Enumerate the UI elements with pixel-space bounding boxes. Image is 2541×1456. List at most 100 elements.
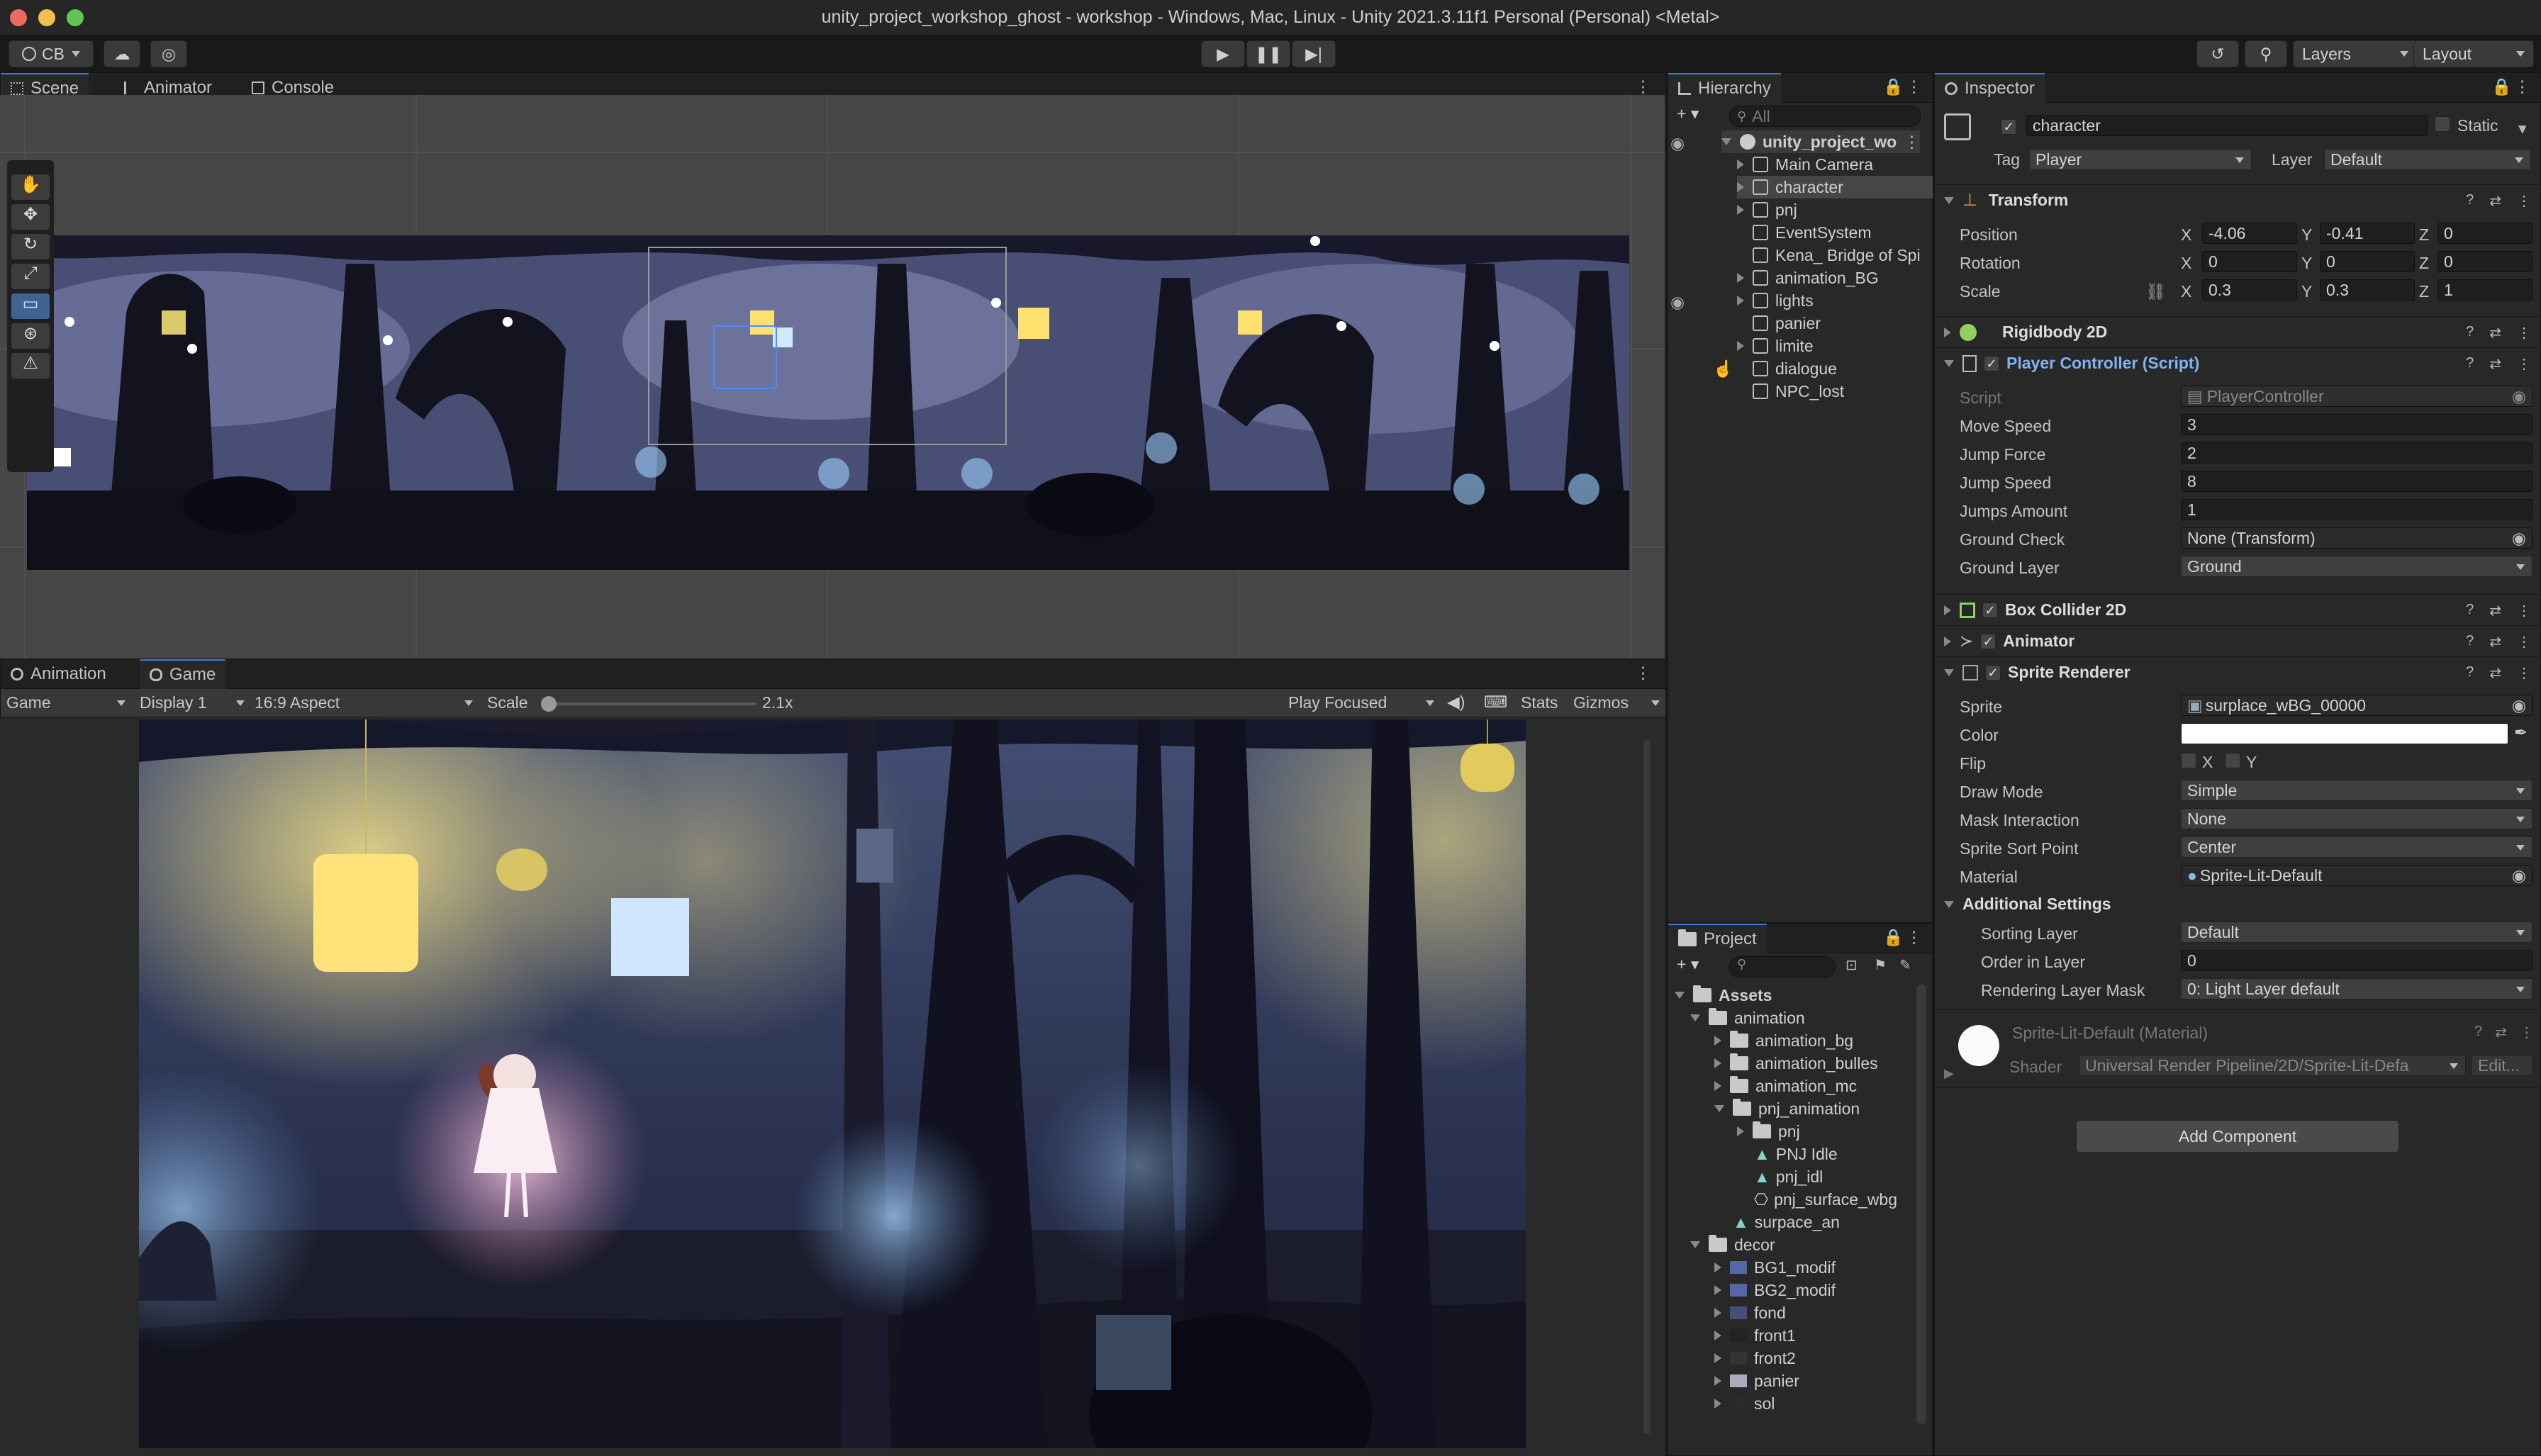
aspect-dropdown[interactable]: 16:9 Aspect	[255, 693, 473, 712]
order-in-layer-field[interactable]: 0	[2181, 950, 2532, 971]
custom-tool-icon[interactable]: ⚠	[11, 353, 50, 379]
scale-z-field[interactable]: 1	[2437, 279, 2532, 301]
position-x-field[interactable]: -4.06	[2202, 223, 2297, 244]
project-search[interactable]: ⚲	[1729, 956, 1836, 978]
position-y-field[interactable]: -0.41	[2320, 223, 2415, 244]
eyedropper-icon[interactable]: ✒	[2514, 723, 2528, 742]
scene-menu-icon[interactable]: ⋮	[1904, 133, 1920, 152]
tab-animation[interactable]: Animation	[1, 659, 116, 689]
rendering-layer-mask-dropdown[interactable]: 0: Light Layer default	[2181, 978, 2532, 999]
hierarchy-item[interactable]: dialogue	[1753, 357, 1837, 380]
more-options-icon[interactable]: ⋮	[1906, 928, 1922, 947]
play-button[interactable]: ▶	[1201, 40, 1245, 67]
shader-dropdown[interactable]: Universal Render Pipeline/2D/Sprite-Lit-…	[2079, 1055, 2466, 1076]
project-scrollbar[interactable]	[1916, 985, 1926, 1424]
project-item[interactable]: front2	[1714, 1347, 1796, 1370]
sprite-field[interactable]: ▣ surplace_wBG_00000 ◉	[2181, 695, 2532, 716]
constrain-proportions-icon[interactable]: ⛓	[2145, 282, 2166, 301]
display-dropdown[interactable]: Display 1	[140, 693, 245, 712]
layer-dropdown[interactable]: Default	[2324, 149, 2531, 170]
object-picker-icon[interactable]: ◉	[2512, 529, 2526, 548]
material-field[interactable]: ● Sprite-Lit-Default ◉	[2181, 865, 2532, 886]
more-options-icon[interactable]: ⋮	[1906, 77, 1922, 96]
scale-tool-icon[interactable]: ⤢	[11, 264, 50, 289]
lock-icon[interactable]: 🔒	[1883, 928, 1904, 947]
more-options-icon[interactable]: ⋮	[2514, 77, 2530, 96]
tab-game[interactable]: Game	[140, 659, 226, 689]
project-item[interactable]: Assets	[1675, 984, 1772, 1007]
presets-icon[interactable]: ⇄	[2489, 192, 2501, 210]
player-controller-enabled-checkbox[interactable]: ✓	[1984, 355, 1999, 371]
project-item[interactable]: animation_mc	[1714, 1075, 1857, 1097]
more-options-icon[interactable]: ⋮	[1635, 77, 1651, 96]
ground-layer-dropdown[interactable]: Ground	[2181, 556, 2532, 577]
sprite-renderer-enabled-checkbox[interactable]: ✓	[1985, 664, 2001, 681]
help-icon[interactable]: ?	[2466, 633, 2474, 651]
project-item[interactable]: panier	[1714, 1370, 1799, 1392]
hierarchy-item[interactable]: limite	[1737, 335, 1814, 357]
visibility-eye-icon[interactable]: ◉	[1670, 132, 1685, 155]
keyboard-icon[interactable]: ⌨	[1484, 693, 1507, 712]
game-view-dropdown[interactable]: Game	[6, 693, 125, 712]
cloud-icon[interactable]: ☁	[104, 40, 140, 67]
tab-project[interactable]: Project	[1668, 924, 1767, 953]
project-item[interactable]: ⎔ pnj_surface_wbg	[1754, 1188, 1913, 1211]
search-icon[interactable]: ⚲	[2245, 40, 2287, 67]
sprite-renderer-header[interactable]: ✓ Sprite Renderer ? ⇄ ⋮	[1936, 656, 2541, 688]
mute-audio-icon[interactable]: ◀)	[1447, 693, 1465, 712]
scale-slider[interactable]	[541, 696, 756, 712]
history-icon[interactable]: ↺	[2196, 40, 2239, 67]
stats-button[interactable]: Stats	[1521, 693, 1558, 712]
rotate-tool-icon[interactable]: ↻	[11, 234, 50, 259]
hierarchy-scene-root[interactable]: unity_project_wo ⋮	[1721, 130, 1920, 153]
help-icon[interactable]: ?	[2466, 192, 2474, 210]
tag-dropdown[interactable]: Player	[2029, 149, 2252, 170]
component-menu-icon[interactable]: ⋮	[2517, 633, 2531, 651]
play-focused-dropdown[interactable]: Play Focused	[1288, 693, 1434, 712]
project-item[interactable]: ▲ PNJ Idle	[1754, 1143, 1838, 1165]
collab-icon[interactable]: ◎	[150, 40, 187, 67]
object-picker-icon[interactable]: ◉	[2512, 866, 2526, 885]
help-icon[interactable]: ?	[2466, 324, 2474, 342]
rect-tool-icon[interactable]: ▭	[11, 293, 50, 319]
presets-icon[interactable]: ⇄	[2489, 355, 2501, 373]
lock-icon[interactable]: 🔒	[1883, 77, 1904, 96]
presets-icon[interactable]: ⇄	[2489, 324, 2501, 342]
project-item[interactable]: animation	[1690, 1007, 1805, 1029]
sprite-sort-point-dropdown[interactable]: Center	[2181, 836, 2532, 858]
presets-icon[interactable]: ⇄	[2495, 1024, 2507, 1041]
pick-disabled-icon[interactable]: ☝	[1713, 357, 1733, 380]
project-item[interactable]: ▲ pnj_idl	[1754, 1165, 1823, 1188]
box-collider-enabled-checkbox[interactable]: ✓	[1982, 602, 1998, 618]
help-icon[interactable]: ?	[2466, 664, 2474, 682]
project-item[interactable]: pnj_animation	[1714, 1097, 1860, 1120]
tab-hierarchy[interactable]: Hierarchy	[1668, 73, 1781, 103]
scale-y-field[interactable]: 0.3	[2320, 279, 2415, 301]
gizmos-dropdown[interactable]: Gizmos	[1573, 693, 1660, 712]
player-controller-header[interactable]: ✓ Player Controller (Script) ? ⇄ ⋮	[1936, 347, 2541, 379]
lock-icon[interactable]: 🔒	[2491, 77, 2512, 96]
draw-mode-dropdown[interactable]: Simple	[2181, 780, 2532, 801]
component-menu-icon[interactable]: ⋮	[2517, 602, 2531, 620]
project-item[interactable]: animation_bulles	[1714, 1052, 1878, 1075]
project-item[interactable]: pnj	[1737, 1120, 1800, 1143]
hierarchy-item[interactable]: animation_BG	[1737, 267, 1879, 289]
jump-speed-field[interactable]: 8	[2181, 471, 2532, 492]
project-item[interactable]: BG1_modif	[1714, 1256, 1836, 1279]
color-swatch[interactable]	[2181, 723, 2508, 744]
rotation-y-field[interactable]: 0	[2320, 251, 2415, 272]
game-view[interactable]	[0, 718, 1665, 1456]
hierarchy-item[interactable]: Kena_ Bridge of Spi	[1753, 244, 1933, 267]
presets-icon[interactable]: ⇄	[2489, 602, 2501, 620]
game-scrollbar[interactable]	[1643, 739, 1651, 1434]
hierarchy-search[interactable]: ⚲ All	[1729, 106, 1921, 127]
component-menu-icon[interactable]: ⋮	[2517, 664, 2531, 682]
flip-y-checkbox[interactable]	[2225, 753, 2240, 773]
more-options-icon[interactable]: ⋮	[1635, 663, 1651, 683]
layout-dropdown[interactable]: Layout	[2413, 40, 2534, 67]
component-menu-icon[interactable]: ⋮	[2517, 355, 2531, 373]
hierarchy-item[interactable]: NPC_lost	[1753, 380, 1844, 403]
filter-label-icon[interactable]: ⚑	[1874, 956, 1887, 974]
material-foldout-icon[interactable]: ▶	[1944, 1066, 1954, 1081]
animator-header[interactable]: ≻ ✓ Animator ? ⇄ ⋮	[1936, 625, 2541, 656]
